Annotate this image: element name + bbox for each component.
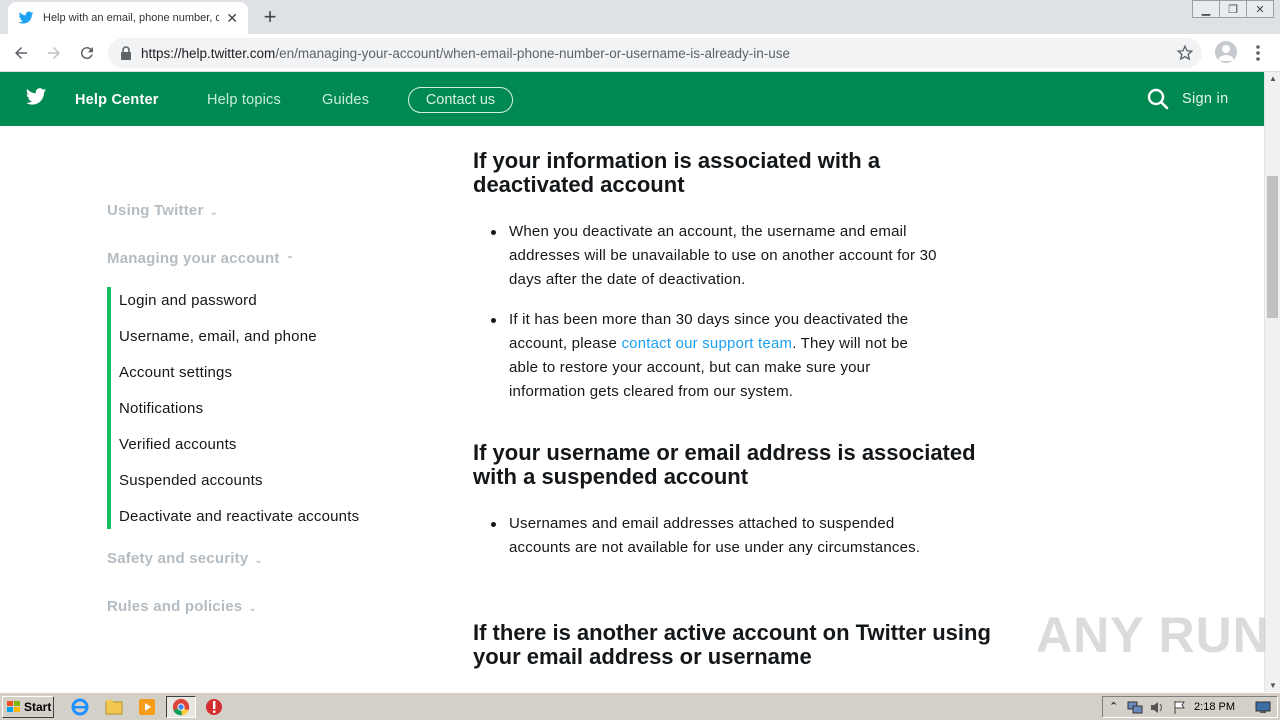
search-icon[interactable] bbox=[1147, 88, 1169, 110]
windows-taskbar: Start ⌃ 2:18 PM bbox=[0, 692, 1280, 720]
twitter-bird-icon bbox=[18, 11, 34, 24]
contact-support-link[interactable]: contact our support team bbox=[621, 335, 792, 352]
bullet-deactivation-period: When you deactivate an account, the user… bbox=[491, 220, 941, 292]
minimize-icon[interactable]: ▁ bbox=[1192, 0, 1220, 18]
tab-title: Help with an email, phone number, or bbox=[43, 12, 219, 24]
url-path: /en/managing-your-account/when-email-pho… bbox=[275, 45, 791, 61]
browser-toolbar: https://help.twitter.com/en/managing-you… bbox=[0, 34, 1280, 72]
sidebar-item-notifications[interactable]: Notifications bbox=[119, 400, 203, 417]
scroll-down-icon[interactable]: ▼ bbox=[1269, 681, 1277, 690]
bookmark-star-icon[interactable] bbox=[1176, 44, 1194, 62]
bullet-after-30-days: If it has been more than 30 days since y… bbox=[491, 308, 941, 404]
start-button[interactable]: Start bbox=[2, 696, 54, 718]
browser-tabstrip: Help with an email, phone number, or ✕ +… bbox=[0, 0, 1280, 34]
show-desktop-icon[interactable] bbox=[1255, 701, 1271, 714]
anyrun-watermark: ANY RUN bbox=[1036, 607, 1270, 663]
sidebar-item-username-email-phone[interactable]: Username, email, and phone bbox=[119, 328, 317, 345]
taskbar-clock[interactable]: 2:18 PM bbox=[1194, 701, 1235, 713]
volume-icon[interactable] bbox=[1149, 700, 1165, 715]
chevron-down-icon: ⌄ bbox=[209, 207, 219, 218]
nav-help-topics[interactable]: Help topics bbox=[207, 92, 281, 108]
address-bar[interactable]: https://help.twitter.com/en/managing-you… bbox=[108, 38, 1202, 68]
sidebar-item-verified-accounts[interactable]: Verified accounts bbox=[119, 436, 237, 453]
action-center-flag-icon[interactable] bbox=[1173, 700, 1187, 715]
help-center-brand[interactable]: Help Center bbox=[75, 92, 159, 108]
new-tab-button[interactable]: + bbox=[258, 4, 282, 30]
internet-explorer-icon[interactable] bbox=[70, 697, 90, 717]
twitter-logo-icon[interactable] bbox=[24, 86, 48, 108]
tab-close-icon[interactable]: ✕ bbox=[226, 10, 238, 27]
sidebar-section-rules-policies[interactable]: Rules and policies ⌄ bbox=[107, 598, 257, 615]
scrollbar-thumb[interactable] bbox=[1267, 176, 1278, 318]
back-arrow-icon[interactable] bbox=[10, 42, 32, 64]
heading-suspended-account: If your username or email address is ass… bbox=[473, 440, 976, 489]
sidebar-item-suspended-accounts[interactable]: Suspended accounts bbox=[119, 472, 263, 489]
section-label: Managing your account bbox=[107, 250, 280, 267]
close-window-icon[interactable]: ✕ bbox=[1246, 0, 1274, 18]
url-host: https://help.twitter.com bbox=[141, 45, 276, 61]
network-icon[interactable] bbox=[1127, 700, 1143, 715]
sidebar-item-login-password[interactable]: Login and password bbox=[119, 292, 257, 309]
lock-icon bbox=[121, 46, 131, 60]
bullet-suspended-usernames: Usernames and email addresses attached t… bbox=[491, 512, 941, 560]
url-text: https://help.twitter.com/en/managing-you… bbox=[141, 46, 790, 61]
chrome-icon bbox=[172, 698, 190, 716]
profile-avatar-icon[interactable] bbox=[1215, 41, 1237, 63]
sidebar-item-account-settings[interactable]: Account settings bbox=[119, 364, 232, 381]
chevron-down-icon: ⌄ bbox=[254, 555, 263, 566]
heading-deactivated-account: If your information is associated with a… bbox=[473, 148, 881, 197]
browser-tab[interactable]: Help with an email, phone number, or ✕ bbox=[8, 2, 248, 34]
section-label: Rules and policies bbox=[107, 598, 243, 615]
browser-menu-icon[interactable] bbox=[1250, 42, 1266, 64]
reload-icon[interactable] bbox=[76, 42, 98, 64]
sidebar-section-using-twitter[interactable]: Using Twitter ⌄ bbox=[107, 202, 218, 219]
start-label: Start bbox=[24, 700, 52, 714]
section-label: Safety and security bbox=[107, 550, 249, 567]
help-center-header: Help Center Help topics Guides Contact u… bbox=[0, 72, 1264, 126]
chrome-taskbar-button[interactable] bbox=[166, 696, 196, 718]
vertical-scrollbar[interactable]: ▲ ▼ bbox=[1264, 72, 1280, 692]
chevron-down-icon: ⌄ bbox=[248, 603, 257, 614]
restore-icon[interactable]: ❐ bbox=[1219, 0, 1247, 18]
tray-expand-icon[interactable]: ⌃ bbox=[1109, 700, 1118, 713]
file-explorer-icon[interactable] bbox=[104, 697, 124, 717]
windows-logo-icon bbox=[7, 701, 20, 712]
sidebar-section-managing-account[interactable]: Managing your account ⌃ bbox=[107, 250, 294, 267]
managing-account-subnav: Login and password Username, email, and … bbox=[107, 287, 437, 529]
forward-arrow-icon[interactable] bbox=[43, 42, 65, 64]
contact-us-button[interactable]: Contact us bbox=[408, 87, 513, 113]
chevron-up-icon: ⌃ bbox=[285, 255, 295, 266]
sidebar-item-deactivate-reactivate[interactable]: Deactivate and reactivate accounts bbox=[119, 508, 359, 525]
system-tray: ⌃ 2:18 PM bbox=[1102, 696, 1278, 718]
media-player-icon[interactable] bbox=[137, 697, 157, 717]
nav-guides[interactable]: Guides bbox=[322, 92, 369, 108]
window-controls: ▁ ❐ ✕ bbox=[1192, 0, 1274, 18]
sidebar-section-safety-security[interactable]: Safety and security ⌄ bbox=[107, 550, 263, 567]
antivirus-icon[interactable] bbox=[204, 697, 224, 717]
scroll-up-icon[interactable]: ▲ bbox=[1269, 74, 1277, 83]
heading-another-active-account: If there is another active account on Tw… bbox=[473, 620, 991, 669]
section-label: Using Twitter bbox=[107, 202, 204, 219]
sign-in-link[interactable]: Sign in bbox=[1182, 91, 1228, 107]
